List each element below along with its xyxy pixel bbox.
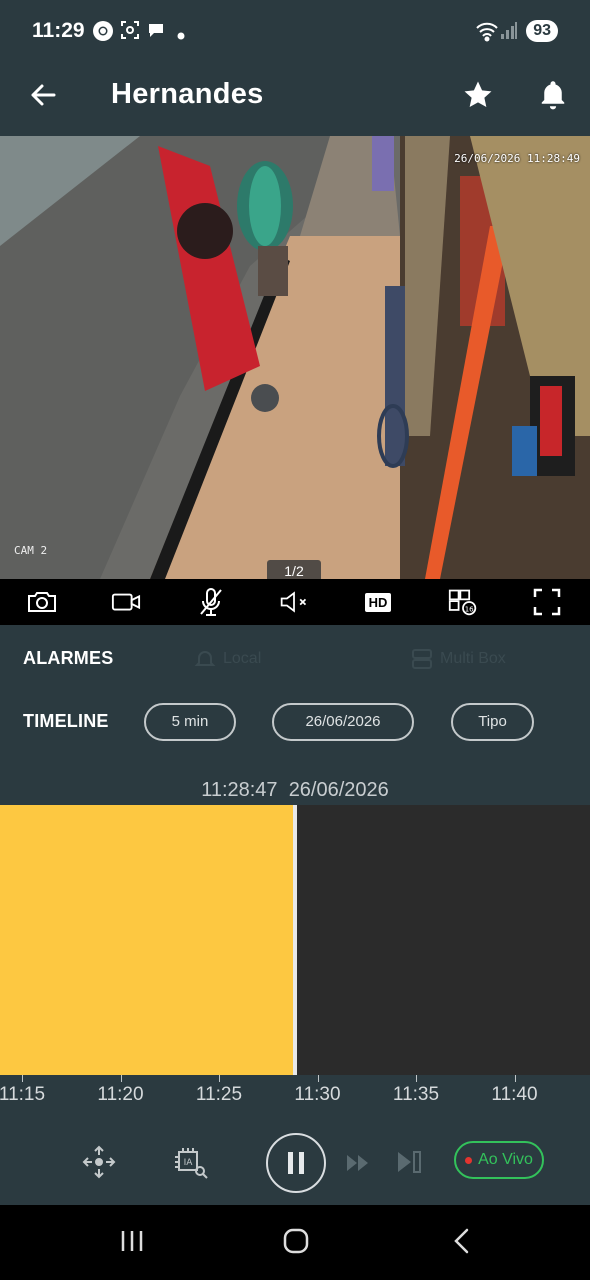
camera-video-feed[interactable]: 26/06/2026 11:28:49 CAM 2 1/2 — [0, 136, 590, 579]
alarm-multibox-label: Multi Box — [440, 650, 506, 667]
timeline-label: TIMELINE — [23, 711, 109, 731]
live-label: Ao Vivo — [478, 1151, 533, 1168]
signal-icon — [500, 20, 518, 45]
timeline-tick — [416, 1075, 417, 1082]
microphone-muted-icon[interactable] — [196, 588, 226, 616]
playback-controls: IA Ao Vivo — [0, 1125, 590, 1205]
multibox-icon — [412, 649, 432, 669]
live-dot-icon — [465, 1156, 473, 1164]
recording-segment — [0, 805, 293, 1075]
camera-scene — [0, 136, 590, 579]
back-nav-icon[interactable] — [450, 1227, 474, 1260]
interval-pill[interactable]: 5 min — [144, 703, 236, 741]
timeline-current-datetime: 11:28:47 26/06/2026 — [0, 779, 590, 802]
hd-toggle-button[interactable]: HD — [360, 588, 396, 616]
timeline-tick — [317, 1075, 319, 1082]
camera-label: CAM 2 — [14, 544, 48, 557]
recent-apps-icon[interactable] — [118, 1227, 146, 1260]
system-nav-bar — [0, 1205, 590, 1280]
video-timestamp: 26/06/2026 11:28:49 — [454, 152, 580, 165]
alarm-bell-icon — [194, 651, 216, 666]
alarm-multibox-option[interactable]: Multi Box — [410, 647, 506, 671]
skip-to-end-icon[interactable] — [395, 1149, 423, 1175]
video-toolbar: HD 16 — [0, 579, 590, 625]
timeline-tick-label: 11:15 — [0, 1084, 46, 1105]
svg-text:IA: IA — [184, 1158, 194, 1168]
alarms-label: ALARMES — [23, 648, 114, 668]
type-pill[interactable]: Tipo — [451, 703, 534, 741]
speaker-muted-icon[interactable] — [279, 588, 309, 616]
ai-search-icon[interactable]: IA — [172, 1145, 210, 1181]
timeline-track[interactable] — [0, 805, 590, 1075]
live-button[interactable]: Ao Vivo — [454, 1141, 544, 1179]
timeline-tick — [120, 1075, 122, 1082]
page-indicator: 1/2 — [267, 560, 321, 579]
chrome-icon — [92, 20, 114, 47]
alarm-local-option[interactable]: Local — [193, 647, 261, 671]
timeline-tick-label: 11:20 — [97, 1084, 144, 1105]
timeline-tick — [22, 1075, 23, 1082]
timeline-current-time: 11:28:47 — [201, 779, 278, 801]
timeline-ticks: 11:15 11:20 11:25 11:30 11:35 11:40 — [0, 1075, 590, 1115]
chat-icon — [146, 20, 166, 45]
screenshot-icon — [120, 20, 140, 45]
timeline-tick-label: 11:30 — [294, 1084, 341, 1105]
battery-level: 93 — [526, 20, 558, 42]
status-bar: 11:29 93 — [0, 0, 590, 62]
timeline-cursor[interactable] — [293, 805, 297, 1075]
hd-label: HD — [364, 592, 392, 612]
grid-16-layout-icon[interactable]: 16 — [448, 588, 478, 616]
snapshot-camera-icon[interactable] — [27, 588, 57, 616]
timeline-tick-label: 11:25 — [195, 1084, 243, 1105]
fast-forward-icon[interactable] — [345, 1151, 371, 1175]
pause-icon — [288, 1152, 304, 1174]
back-arrow-icon[interactable] — [28, 80, 58, 115]
timeline-tick — [514, 1075, 516, 1082]
bell-icon[interactable] — [538, 78, 568, 117]
status-time: 11:29 — [32, 19, 85, 42]
favorite-star-icon[interactable] — [461, 78, 495, 117]
home-icon[interactable] — [281, 1227, 311, 1260]
timeline-current-date: 26/06/2026 — [288, 779, 389, 801]
wifi-icon — [475, 20, 499, 47]
alarm-local-label: Local — [223, 650, 262, 667]
app-bar: Hernandes — [0, 62, 590, 136]
svg-text:16: 16 — [465, 604, 474, 613]
timeline-tick-label: 11:40 — [491, 1084, 538, 1105]
fullscreen-icon[interactable] — [532, 588, 562, 616]
page-title: Hernandes — [111, 78, 264, 110]
notification-dot-icon — [177, 27, 185, 45]
date-pill[interactable]: 26/06/2026 — [272, 703, 414, 741]
timeline-tick-label: 11:35 — [392, 1084, 440, 1105]
record-video-icon[interactable] — [111, 588, 141, 616]
ptz-move-icon[interactable] — [80, 1143, 118, 1181]
pause-button[interactable] — [266, 1133, 326, 1193]
timeline-tick — [219, 1075, 220, 1082]
